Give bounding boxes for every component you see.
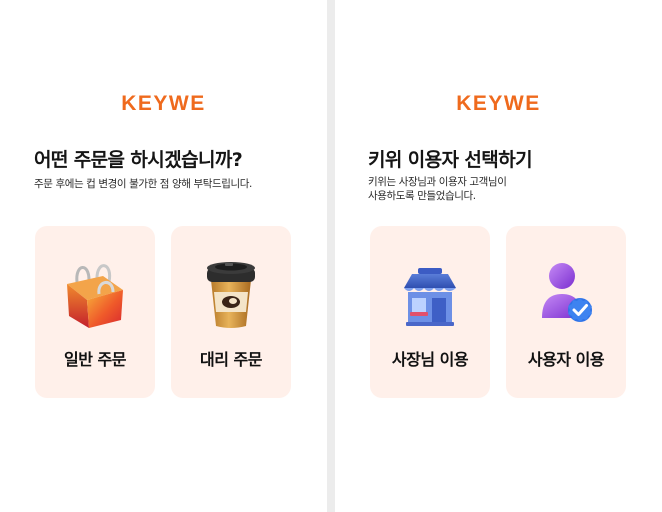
keywe-logo: KEYWE [456, 92, 541, 115]
owner-use-card[interactable]: 사장님 이용 [370, 226, 490, 398]
order-type-screen: KEYWE 어떤 주문을 하시겠습니까? 주문 후에는 컵 변경이 불가한 점 … [0, 0, 327, 512]
shopping-bag-icon [67, 264, 123, 328]
page-title: 어떤 주문을 하시겠습니까? [34, 149, 243, 171]
page-subtitle: 주문 후에는 컵 변경이 불가한 점 양해 부탁드립니다. [34, 178, 252, 190]
coffee-cup-icon [207, 262, 255, 328]
general-order-card[interactable]: 일반 주문 [35, 226, 155, 398]
customer-use-card[interactable]: 사용자 이용 [506, 226, 626, 398]
general-order-label: 일반 주문 [64, 350, 126, 369]
page-title: 키위 이용자 선택하기 [368, 149, 533, 171]
proxy-order-card[interactable]: 대리 주문 [171, 226, 291, 398]
store-icon [404, 268, 456, 326]
customer-use-label: 사용자 이용 [527, 350, 605, 369]
owner-use-label: 사장님 이용 [391, 350, 469, 369]
user-type-screen: KEYWE 키위 이용자 선택하기 키위는 사장님과 이용자 고객님이 사용하도… [335, 0, 662, 512]
keywe-logo: KEYWE [121, 92, 206, 115]
proxy-order-label: 대리 주문 [200, 350, 262, 369]
page-subtitle: 키위는 사장님과 이용자 고객님이 사용하도록 만들었습니다. [368, 176, 507, 202]
verified-user-icon [542, 263, 592, 322]
